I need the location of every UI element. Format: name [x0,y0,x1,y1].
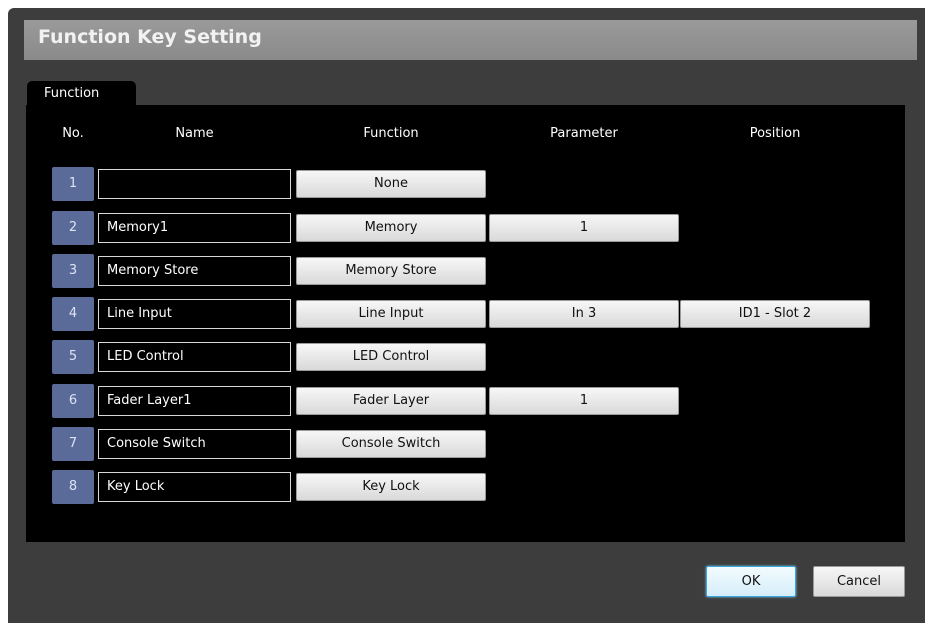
key-name-field[interactable]: Console Switch [98,429,291,459]
parameter-select-button[interactable]: 1 [489,214,679,242]
parameter-select-button[interactable]: In 3 [489,300,679,328]
key-number-button[interactable]: 5 [52,340,94,374]
key-name-field[interactable]: Fader Layer1 [98,386,291,416]
key-name-field[interactable]: LED Control [98,342,291,372]
function-select-button[interactable]: Console Switch [296,430,486,458]
column-header-function: Function [363,126,419,141]
key-number-button[interactable]: 7 [52,427,94,461]
column-header-no: No. [62,126,84,141]
column-header-name: Name [175,126,214,141]
function-select-button[interactable]: None [296,170,486,198]
key-number-button[interactable]: 6 [52,384,94,418]
key-name-field[interactable] [98,169,291,199]
function-select-button[interactable]: Line Input [296,300,486,328]
key-name-field[interactable]: Memory1 [98,213,291,243]
function-select-button[interactable]: Fader Layer [296,387,486,415]
key-number-button[interactable]: 1 [52,167,94,201]
column-header-parameter: Parameter [550,126,618,141]
dialog-title: Function Key Setting [38,26,262,48]
function-select-button[interactable]: Memory [296,214,486,242]
key-name-field[interactable]: Key Lock [98,472,291,502]
dialog-title-bar: Function Key Setting [24,20,917,60]
key-number-button[interactable]: 3 [52,254,94,288]
ok-button[interactable]: OK [706,566,796,597]
function-select-button[interactable]: Key Lock [296,473,486,501]
function-select-button[interactable]: Memory Store [296,257,486,285]
position-select-button[interactable]: ID1 - Slot 2 [680,300,870,328]
key-number-button[interactable]: 2 [52,211,94,245]
column-header-position: Position [749,126,801,141]
key-name-field[interactable]: Line Input [98,299,291,329]
parameter-select-button[interactable]: 1 [489,387,679,415]
key-number-button[interactable]: 8 [52,470,94,504]
function-select-button[interactable]: LED Control [296,343,486,371]
key-number-button[interactable]: 4 [52,297,94,331]
tab-function[interactable]: Function [27,81,136,107]
key-name-field[interactable]: Memory Store [98,256,291,286]
cancel-button[interactable]: Cancel [813,566,905,597]
